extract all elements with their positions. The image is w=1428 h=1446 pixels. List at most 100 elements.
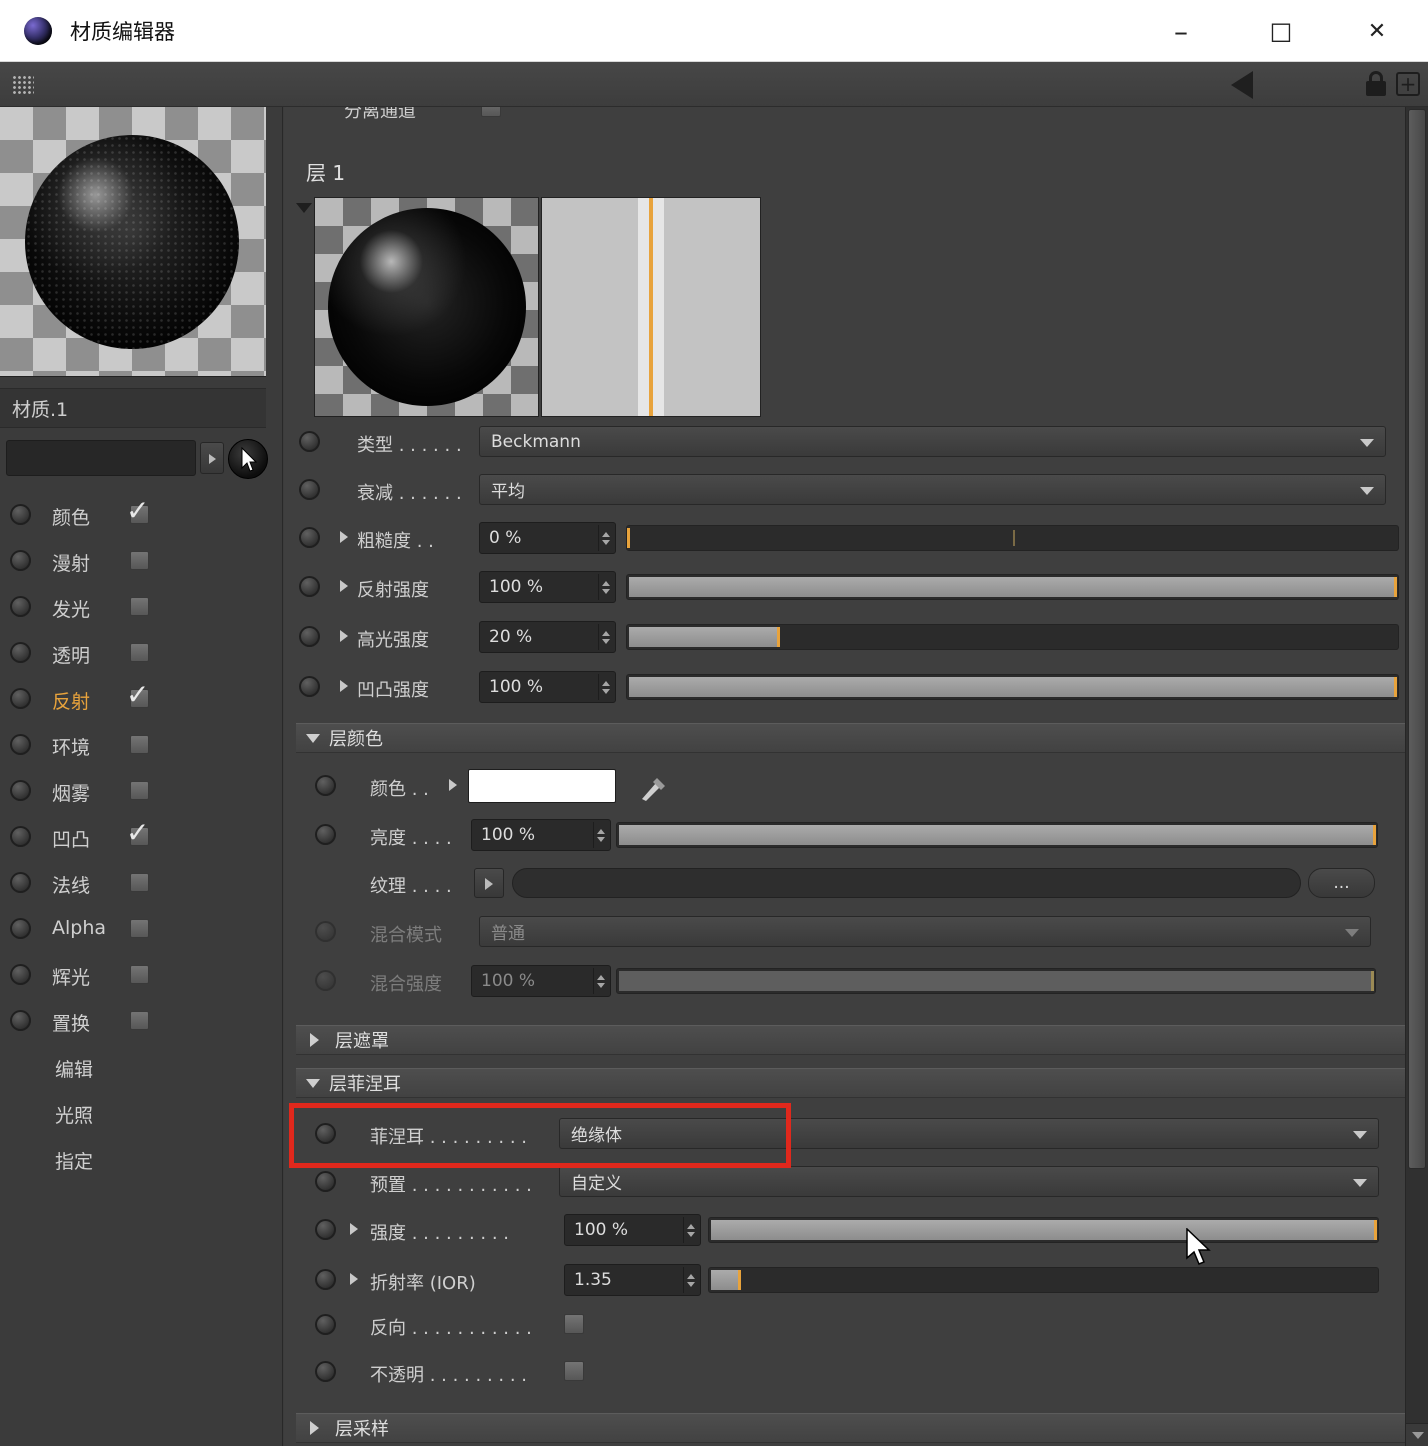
channel-checkbox[interactable] bbox=[130, 643, 149, 662]
strength-input[interactable]: 100 % bbox=[564, 1214, 701, 1246]
channel-checkbox[interactable] bbox=[130, 597, 149, 616]
anim-dot[interactable] bbox=[315, 1171, 336, 1192]
spinner[interactable] bbox=[683, 1217, 698, 1243]
sidebar-item-assign[interactable]: 指定 bbox=[0, 1136, 282, 1182]
roughness-input[interactable]: 0 % bbox=[479, 522, 616, 554]
inverted-checkbox[interactable] bbox=[564, 1314, 584, 1334]
maximize-button[interactable] bbox=[1246, 0, 1316, 62]
close-button[interactable] bbox=[1342, 0, 1412, 62]
channel-row-bump[interactable]: 凹凸 bbox=[0, 814, 282, 860]
anim-dot[interactable] bbox=[315, 1269, 336, 1290]
separate-pass-checkbox[interactable] bbox=[481, 107, 501, 117]
material-search-input[interactable] bbox=[6, 440, 196, 476]
spinner[interactable] bbox=[598, 574, 613, 600]
layer-sampling-header[interactable]: 层采样 bbox=[296, 1413, 1406, 1443]
channel-radio[interactable] bbox=[10, 550, 31, 571]
channel-row-alpha[interactable]: Alpha bbox=[0, 906, 282, 952]
specular-strength-input[interactable]: 20 % bbox=[479, 621, 616, 653]
channel-row-color[interactable]: 颜色 bbox=[0, 492, 282, 538]
scrollbar-thumb[interactable] bbox=[1408, 109, 1426, 1169]
layer-color-header[interactable]: 层颜色 bbox=[296, 723, 1406, 753]
channel-checkbox[interactable] bbox=[130, 965, 149, 984]
channel-label[interactable]: 环境 bbox=[52, 733, 90, 760]
layer-preview-sphere[interactable] bbox=[314, 197, 539, 417]
channel-radio[interactable] bbox=[10, 688, 31, 709]
channel-checkbox[interactable] bbox=[130, 735, 149, 754]
expand-icon[interactable] bbox=[340, 531, 354, 543]
opaque-checkbox[interactable] bbox=[564, 1361, 584, 1381]
sidebar-item-edit[interactable]: 编辑 bbox=[0, 1044, 282, 1090]
spinner[interactable] bbox=[598, 624, 613, 650]
channel-radio[interactable] bbox=[10, 596, 31, 617]
action-label[interactable]: 指定 bbox=[55, 1147, 93, 1174]
channel-radio[interactable] bbox=[10, 826, 31, 847]
channel-radio[interactable] bbox=[10, 918, 31, 939]
reflection-strength-input[interactable]: 100 % bbox=[479, 571, 616, 603]
spinner[interactable] bbox=[593, 822, 608, 848]
layer-expand-icon[interactable] bbox=[296, 203, 312, 221]
anim-dot[interactable] bbox=[299, 676, 320, 697]
channel-radio[interactable] bbox=[10, 642, 31, 663]
channel-label[interactable]: 置换 bbox=[52, 1009, 90, 1036]
channel-label[interactable]: 烟雾 bbox=[52, 779, 90, 806]
roughness-slider[interactable] bbox=[626, 525, 1399, 551]
channel-label[interactable]: 漫射 bbox=[52, 549, 90, 576]
channel-row-reflectance[interactable]: 反射 bbox=[0, 676, 282, 722]
channel-radio[interactable] bbox=[10, 504, 31, 525]
expand-icon[interactable] bbox=[449, 779, 463, 791]
channel-label[interactable]: 颜色 bbox=[52, 503, 90, 530]
channel-checkbox[interactable] bbox=[130, 1011, 149, 1030]
texture-field[interactable] bbox=[512, 868, 1301, 898]
color-swatch[interactable] bbox=[468, 769, 616, 803]
channel-radio[interactable] bbox=[10, 734, 31, 755]
bump-strength-input[interactable]: 100 % bbox=[479, 671, 616, 703]
channel-checkbox[interactable] bbox=[130, 873, 149, 892]
minimize-button[interactable] bbox=[1146, 0, 1216, 62]
lock-icon[interactable] bbox=[1366, 71, 1386, 97]
channel-label[interactable]: 法线 bbox=[52, 871, 90, 898]
channel-radio[interactable] bbox=[10, 780, 31, 801]
material-preview[interactable] bbox=[0, 107, 266, 377]
anim-dot[interactable] bbox=[299, 527, 320, 548]
texture-browse-button[interactable]: ... bbox=[1308, 868, 1375, 898]
channel-row-glow[interactable]: 辉光 bbox=[0, 952, 282, 998]
channel-row-diffusion[interactable]: 漫射 bbox=[0, 538, 282, 584]
spinner[interactable] bbox=[598, 525, 613, 551]
channel-label[interactable]: 凹凸 bbox=[52, 825, 90, 852]
sidebar-item-illumination[interactable]: 光照 bbox=[0, 1090, 282, 1136]
action-label[interactable]: 编辑 bbox=[55, 1055, 93, 1082]
anim-dot[interactable] bbox=[315, 1314, 336, 1335]
ior-slider[interactable] bbox=[708, 1267, 1379, 1293]
spinner[interactable] bbox=[683, 1267, 698, 1293]
channel-row-environment[interactable]: 环境 bbox=[0, 722, 282, 768]
action-label[interactable]: 光照 bbox=[55, 1101, 93, 1128]
strength-slider[interactable] bbox=[708, 1217, 1379, 1243]
channel-radio[interactable] bbox=[10, 964, 31, 985]
material-name[interactable]: 材质.1 bbox=[0, 388, 266, 428]
search-arrow-button[interactable] bbox=[200, 442, 224, 474]
layer-fresnel-header[interactable]: 层菲涅耳 bbox=[296, 1068, 1406, 1098]
spinner[interactable] bbox=[598, 674, 613, 700]
channel-row-transparency[interactable]: 透明 bbox=[0, 630, 282, 676]
preset-dropdown[interactable]: 自定义 bbox=[559, 1166, 1379, 1197]
anim-dot[interactable] bbox=[315, 775, 336, 796]
channel-radio[interactable] bbox=[10, 1010, 31, 1031]
texture-menu-button[interactable] bbox=[474, 868, 504, 898]
scrollbar[interactable] bbox=[1405, 107, 1428, 1446]
back-arrow-icon[interactable] bbox=[1217, 71, 1253, 99]
anim-dot[interactable] bbox=[315, 1361, 336, 1382]
expand-icon[interactable] bbox=[340, 630, 354, 642]
channel-row-luminance[interactable]: 发光 bbox=[0, 584, 282, 630]
bump-strength-slider[interactable] bbox=[626, 674, 1399, 700]
scroll-down-button[interactable] bbox=[1406, 1423, 1428, 1446]
eyedropper-icon[interactable] bbox=[636, 769, 672, 805]
pick-cursor-button[interactable] bbox=[228, 439, 268, 479]
channel-label[interactable]: 辉光 bbox=[52, 963, 90, 990]
anim-dot[interactable] bbox=[299, 576, 320, 597]
expand-icon[interactable] bbox=[350, 1223, 364, 1235]
ior-input[interactable]: 1.35 bbox=[564, 1264, 701, 1296]
type-dropdown[interactable]: Beckmann bbox=[479, 426, 1386, 457]
brightness-input[interactable]: 100 % bbox=[471, 819, 611, 851]
dock-grip-icon[interactable] bbox=[12, 75, 34, 95]
channel-checkbox[interactable] bbox=[130, 781, 149, 800]
